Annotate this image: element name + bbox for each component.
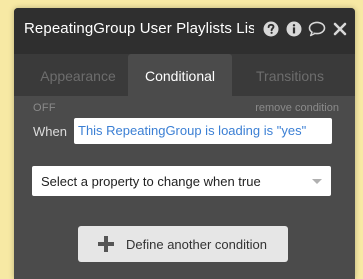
property-select-label: Select a property to change when true	[41, 174, 261, 189]
condition-status: OFF	[33, 102, 56, 114]
define-button-label: Define another condition	[126, 237, 267, 252]
when-label: When	[33, 124, 67, 139]
editor-tabs: Appearance Conditional Transitions	[14, 54, 355, 96]
close-icon[interactable]	[331, 20, 349, 38]
help-icon[interactable]	[262, 20, 280, 38]
chevron-down-icon	[312, 179, 322, 184]
remove-condition-link[interactable]: remove condition	[255, 102, 339, 114]
tab-conditional[interactable]: Conditional	[128, 54, 232, 96]
tab-transitions[interactable]: Transitions	[240, 54, 340, 96]
property-select-dropdown[interactable]: Select a property to change when true	[32, 166, 331, 196]
when-row: When This RepeatingGroup is loading is "…	[14, 116, 355, 146]
info-icon[interactable]	[285, 20, 303, 38]
property-editor-panel: RepeatingGroup User Playlists Lis Appear…	[14, 8, 355, 279]
plus-icon	[98, 236, 114, 252]
panel-title: RepeatingGroup User Playlists Lis	[24, 20, 254, 37]
condition-header: OFF remove condition	[14, 96, 355, 116]
define-another-condition-button[interactable]: Define another condition	[78, 226, 288, 262]
tab-appearance[interactable]: Appearance	[28, 54, 128, 96]
titlebar-icons	[262, 20, 349, 38]
panel-titlebar[interactable]: RepeatingGroup User Playlists Lis	[14, 8, 355, 54]
comment-icon[interactable]	[308, 20, 326, 38]
condition-expression-input[interactable]: This RepeatingGroup is loading is "yes"	[74, 118, 332, 144]
